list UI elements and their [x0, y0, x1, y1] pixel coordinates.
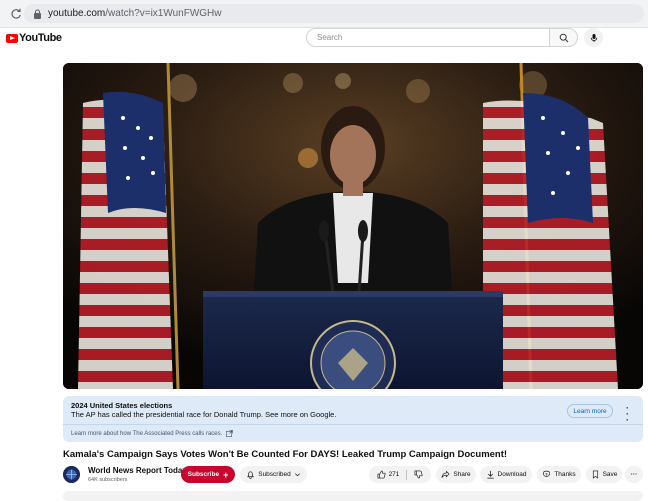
- chevron-down-icon: [294, 473, 300, 477]
- search-input[interactable]: Search: [306, 28, 550, 47]
- lock-icon: [34, 8, 41, 19]
- subscribe-button[interactable]: Subscribe +: [181, 466, 235, 483]
- banner-footer-link[interactable]: Learn more about how The Associated Pres…: [71, 430, 234, 437]
- channel-name[interactable]: World News Report Today: [88, 466, 187, 475]
- video-title: Kamala's Campaign Says Votes Won't Be Co…: [63, 449, 508, 460]
- save-label: Save: [602, 471, 618, 478]
- learn-more-button[interactable]: Learn more: [567, 404, 613, 418]
- url-path: /watch?v=ix1WunFWGHw: [105, 8, 222, 19]
- divider: [63, 424, 643, 425]
- save-button[interactable]: Save: [586, 466, 622, 483]
- external-link-icon: [226, 430, 234, 437]
- plus-icon: +: [223, 469, 229, 480]
- more-horizontal-icon: ···: [630, 471, 638, 478]
- more-actions-button[interactable]: ···: [625, 466, 643, 483]
- microphone-icon: [590, 33, 597, 42]
- voice-search-button[interactable]: [584, 28, 603, 47]
- subscribed-label: Subscribed: [258, 471, 291, 478]
- search-button[interactable]: [549, 28, 578, 47]
- subscribed-button[interactable]: Subscribed: [240, 466, 307, 483]
- thanks-label: Thanks: [554, 471, 576, 478]
- video-player[interactable]: [63, 63, 643, 389]
- browser-toolbar: youtube.com/watch?v=ix1WunFWGHw: [0, 0, 648, 28]
- subscribe-label: Subscribe: [187, 471, 220, 478]
- reload-icon[interactable]: [10, 8, 22, 20]
- more-options-icon[interactable]: · · ·: [626, 404, 629, 425]
- download-label: Download: [497, 471, 527, 478]
- url-text: youtube.com/watch?v=ix1WunFWGHw: [48, 8, 222, 19]
- banner-title: 2024 United States elections: [71, 401, 173, 410]
- thumbs-down-icon[interactable]: [414, 470, 423, 479]
- bell-icon: [247, 471, 255, 479]
- description-box[interactable]: [63, 491, 643, 501]
- share-label: Share: [453, 471, 471, 478]
- banner-footer-text: Learn more about how The Associated Pres…: [71, 430, 223, 437]
- share-button[interactable]: Share: [436, 466, 476, 483]
- banner-text: The AP has called the presidential race …: [71, 410, 337, 419]
- url-host: youtube.com: [48, 8, 106, 19]
- svg-text:$: $: [546, 473, 548, 477]
- video-frame: [63, 63, 643, 389]
- youtube-logo[interactable]: YouTube: [6, 32, 62, 44]
- address-bar[interactable]: youtube.com/watch?v=ix1WunFWGHw: [24, 4, 644, 23]
- avatar-image: [63, 466, 80, 483]
- thumbs-up-icon[interactable]: [377, 470, 386, 479]
- youtube-header: YouTube Search: [0, 28, 648, 50]
- divider: [406, 469, 408, 480]
- download-icon: [486, 470, 494, 479]
- election-info-panel: 2024 United States elections The AP has …: [63, 396, 643, 442]
- like-count[interactable]: 271: [389, 471, 400, 478]
- thanks-button[interactable]: $ Thanks: [537, 466, 581, 483]
- logo-text: YouTube: [19, 32, 62, 44]
- subscriber-count: 64K subscribers: [88, 477, 128, 483]
- download-button[interactable]: Download: [480, 466, 532, 483]
- thanks-icon: $: [543, 470, 551, 478]
- search-icon: [559, 33, 568, 42]
- youtube-play-icon: [6, 33, 18, 43]
- bookmark-icon: [592, 470, 598, 479]
- channel-avatar[interactable]: [63, 466, 80, 483]
- like-dislike-group: 271: [369, 466, 431, 483]
- share-icon: [441, 470, 450, 478]
